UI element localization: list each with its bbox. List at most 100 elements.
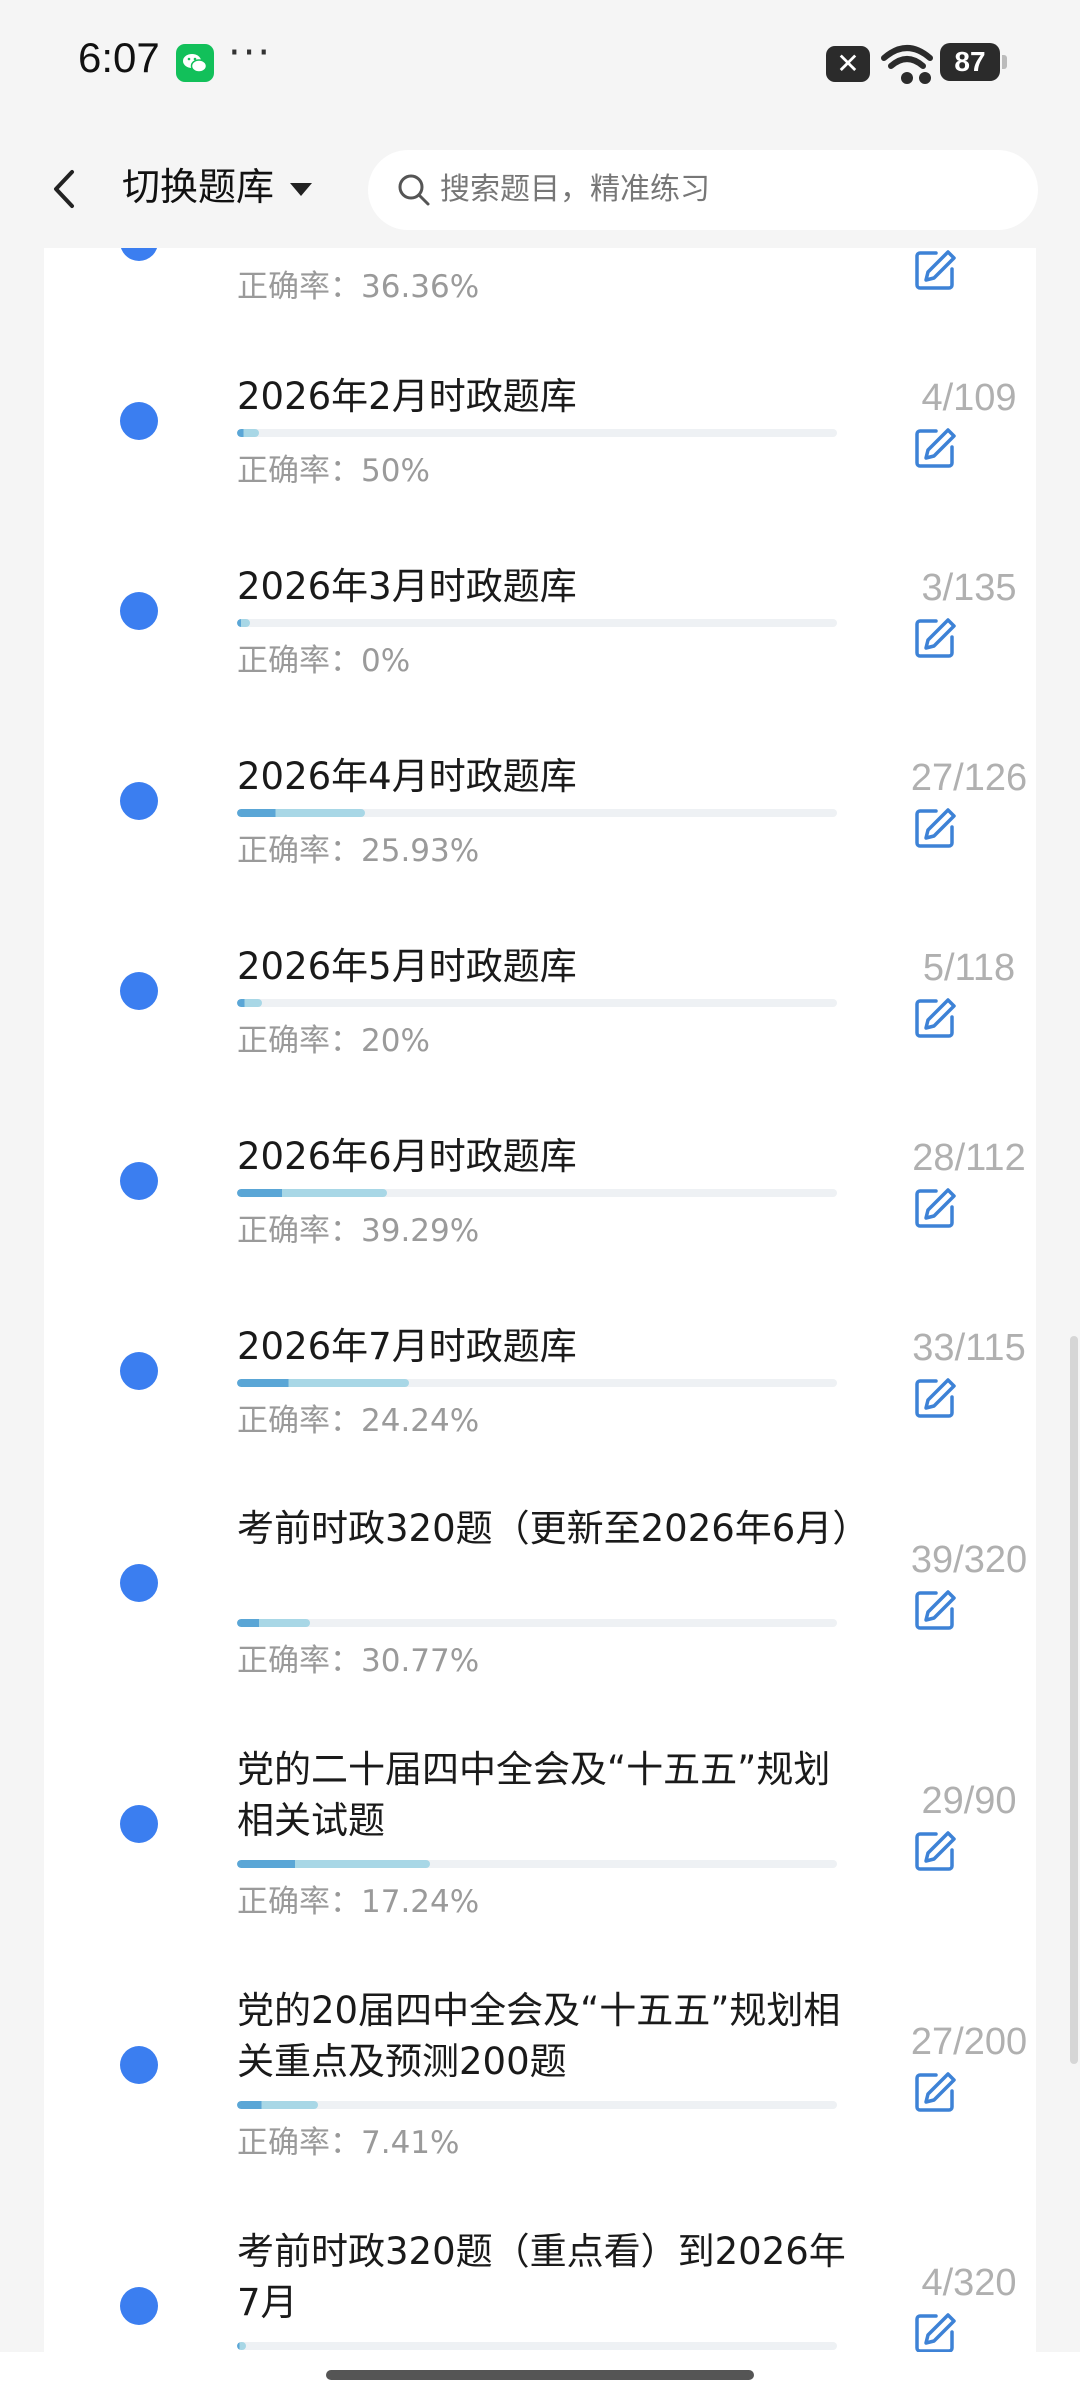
- edit-icon[interactable]: [912, 1375, 958, 1421]
- search-icon: [398, 174, 430, 206]
- question-bank-list[interactable]: 正确率：36.36% 2026年2月时政题库正确率：50% 4/109 2026年3…: [44, 248, 1036, 2352]
- bank-title: 考前时政320题（更新至2026年6月）: [237, 1507, 870, 1550]
- list-item[interactable]: 2026年2月时政题库正确率：50% 4/109: [44, 363, 1036, 553]
- bank-title: 2026年7月时政题库: [237, 1325, 577, 1368]
- search-placeholder: 搜索题目，精准练习: [440, 172, 710, 207]
- progress-count: 29/90: [921, 1780, 1017, 1822]
- switch-question-bank-button[interactable]: 切换题库: [122, 158, 274, 216]
- accuracy-text: 正确率：24.24%: [237, 1403, 480, 1439]
- status-dot: [120, 248, 158, 261]
- bank-title: 2026年2月时政题库: [237, 375, 577, 418]
- status-dot: [120, 972, 158, 1010]
- list-item[interactable]: 考前时政320题（更新至2026年6月） 正确率：30.77% 39/320: [44, 1503, 1036, 1744]
- wechat-icon: [176, 44, 214, 82]
- edit-icon[interactable]: [912, 248, 958, 293]
- bank-title: 2026年4月时政题库: [237, 755, 577, 798]
- edit-icon[interactable]: [912, 995, 958, 1041]
- progress-count: 3/135: [921, 567, 1017, 609]
- accuracy-text: 正确率：7.41%: [237, 2125, 460, 2161]
- progress-fill: [237, 999, 263, 1007]
- chevron-left-icon[interactable]: [44, 160, 84, 218]
- edit-icon[interactable]: [912, 805, 958, 851]
- battery-tip: [1002, 55, 1007, 69]
- progress-fill: [237, 2342, 246, 2350]
- list-item[interactable]: 2026年3月时政题库正确率：0% 3/135: [44, 553, 1036, 743]
- progress-bar: [237, 1189, 837, 1197]
- list-item[interactable]: 2026年4月时政题库正确率：25.93% 27/126: [44, 743, 1036, 933]
- progress-count: 39/320: [910, 1539, 1028, 1581]
- progress-fill: [237, 1619, 311, 1627]
- progress-fill: [237, 1379, 410, 1387]
- edit-icon[interactable]: [912, 1185, 958, 1231]
- home-indicator[interactable]: [326, 2370, 754, 2380]
- edit-icon[interactable]: [912, 2310, 958, 2352]
- edit-icon[interactable]: [912, 1587, 958, 1633]
- battery-icon: 87: [940, 43, 1000, 81]
- close-notification-icon: ✕: [826, 46, 870, 82]
- progress-bar: [237, 2101, 837, 2109]
- bank-title: 2026年3月时政题库: [237, 565, 577, 608]
- status-bar: 6:07 ··· ✕ 87: [0, 0, 1080, 130]
- more-notifications-icon: ···: [228, 30, 273, 76]
- progress-fill: [237, 2101, 318, 2109]
- progress-bar: [237, 1379, 837, 1387]
- bank-title: 党的二十届四中全会及“十五五”规划相关试题: [237, 1748, 831, 1842]
- accuracy-text: 正确率：25.93%: [237, 833, 480, 869]
- accuracy-text: 正确率：39.29%: [237, 1213, 480, 1249]
- progress-bar: [237, 429, 837, 437]
- progress-count: 4/109: [921, 377, 1017, 419]
- progress-count: 27/200: [910, 2021, 1028, 2063]
- status-dot: [120, 1564, 158, 1602]
- accuracy-text: 正确率：17.24%: [237, 1884, 480, 1920]
- accuracy-text: 正确率：50%: [237, 453, 430, 489]
- list-item[interactable]: 2026年5月时政题库正确率：20% 5/118: [44, 933, 1036, 1123]
- progress-bar: [237, 619, 837, 627]
- accuracy-text: 正确率：20%: [237, 1023, 430, 1059]
- list-item[interactable]: 2026年7月时政题库正确率：24.24% 33/115: [44, 1313, 1036, 1503]
- list-item[interactable]: 2026年6月时政题库正确率：39.29% 28/112: [44, 1123, 1036, 1313]
- progress-count: 4/320: [921, 2262, 1017, 2304]
- list-item-partial[interactable]: 正确率：36.36%: [44, 248, 1036, 363]
- bank-title: 2026年5月时政题库: [237, 945, 577, 988]
- bank-title: 党的20届四中全会及“十五五”规划相关重点及预测200题: [237, 1989, 841, 2083]
- bank-title: 2026年6月时政题库: [237, 1135, 577, 1178]
- progress-bar: [237, 999, 837, 1007]
- status-dot: [120, 782, 158, 820]
- wifi-icon: [881, 45, 933, 84]
- list-item[interactable]: 党的二十届四中全会及“十五五”规划相关试题正确率：17.24% 29/90: [44, 1744, 1036, 1985]
- list-item[interactable]: 考前时政320题（重点看）到2026年7月 4/320: [44, 2226, 1036, 2352]
- progress-bar: [237, 2342, 837, 2350]
- progress-fill: [237, 1860, 431, 1868]
- edit-icon[interactable]: [912, 1828, 958, 1874]
- status-dot: [120, 1162, 158, 1200]
- status-dot: [120, 1805, 158, 1843]
- search-input[interactable]: 搜索题目，精准练习: [368, 150, 1038, 230]
- status-dot: [120, 402, 158, 440]
- progress-count: 28/112: [912, 1137, 1026, 1179]
- status-dot: [120, 2287, 158, 2325]
- status-dot: [120, 2046, 158, 2084]
- edit-icon[interactable]: [912, 615, 958, 661]
- top-bar: 切换题库 搜索题目，精准练习: [0, 130, 1080, 248]
- status-dot: [120, 592, 158, 630]
- caret-down-icon[interactable]: [288, 180, 314, 198]
- progress-fill: [237, 809, 366, 817]
- bank-title: 考前时政320题（重点看）到2026年7月: [237, 2230, 846, 2324]
- accuracy-text: 正确率：36.36%: [237, 269, 480, 305]
- progress-fill: [237, 1189, 387, 1197]
- progress-fill: [237, 429, 260, 437]
- progress-count: 27/126: [910, 757, 1028, 799]
- edit-icon[interactable]: [912, 425, 958, 471]
- progress-bar: [237, 809, 837, 817]
- progress-bar: [237, 1860, 837, 1868]
- accuracy-text: 正确率：30.77%: [237, 1643, 480, 1679]
- status-dot: [120, 1352, 158, 1390]
- accuracy-text: 正确率：0%: [237, 643, 411, 679]
- edit-icon[interactable]: [912, 2069, 958, 2115]
- progress-count: 33/115: [912, 1327, 1026, 1369]
- list-item[interactable]: 党的20届四中全会及“十五五”规划相关重点及预测200题正确率：7.41% 27/…: [44, 1985, 1036, 2226]
- status-time: 6:07: [78, 34, 160, 81]
- progress-fill: [237, 619, 251, 627]
- scrollbar[interactable]: [1070, 1336, 1078, 2064]
- progress-count: 5/118: [922, 947, 1016, 989]
